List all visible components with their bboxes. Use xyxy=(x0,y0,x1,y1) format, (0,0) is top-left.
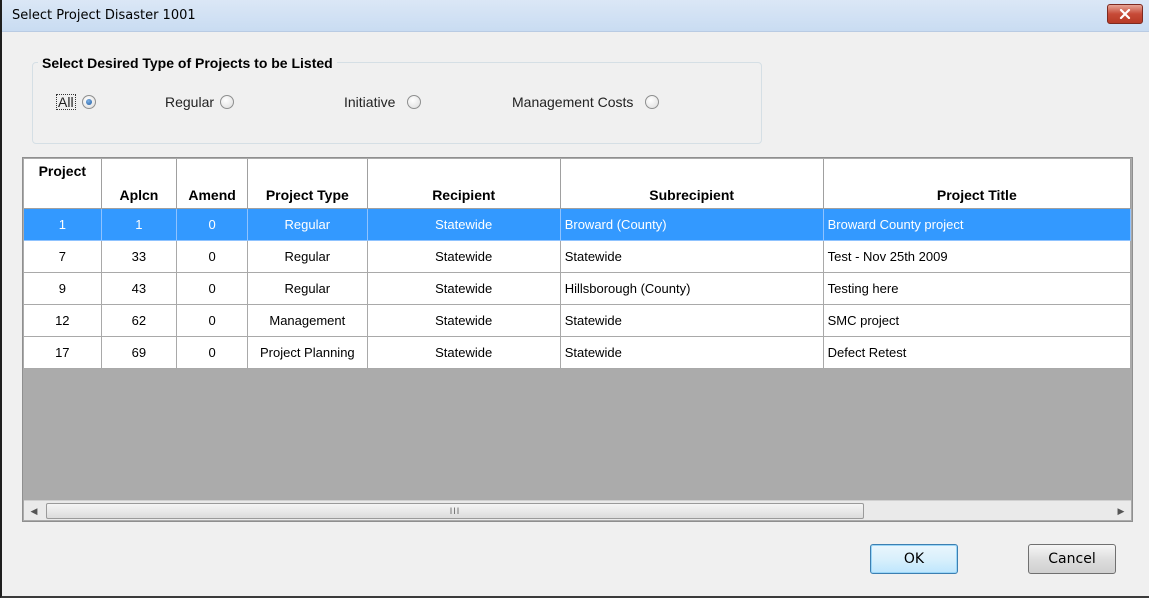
projects-table: Project Aplcn Amend Project Type Recipie… xyxy=(24,159,1131,369)
cell-aplcn[interactable]: 62 xyxy=(101,305,178,337)
radio-management-costs[interactable]: Management Costs xyxy=(512,94,660,110)
column-header-subrecipient[interactable]: Subrecipient xyxy=(560,159,824,209)
column-header-project[interactable]: Project xyxy=(24,159,102,209)
projects-grid-viewport: Project Aplcn Amend Project Type Recipie… xyxy=(24,159,1131,499)
scroll-left-arrow-icon[interactable]: ◀ xyxy=(24,501,44,521)
cell-amend[interactable]: 0 xyxy=(177,209,248,241)
close-button[interactable] xyxy=(1107,4,1143,24)
select-project-dialog: Select Project Disaster 1001 Select Desi… xyxy=(0,0,1149,598)
dialog-body: Select Desired Type of Projects to be Li… xyxy=(2,32,1149,596)
cell-project-title[interactable]: Test - Nov 25th 2009 xyxy=(823,241,1131,273)
cell-recipient[interactable]: Statewide xyxy=(367,273,561,305)
table-header-row: Project Aplcn Amend Project Type Recipie… xyxy=(24,159,1131,209)
radio-regular-label: Regular xyxy=(165,94,215,110)
cell-project[interactable]: 1 xyxy=(24,209,102,241)
radio-initiative-label: Initiative xyxy=(344,94,396,110)
radio-all-button[interactable] xyxy=(81,95,96,109)
cell-project-type[interactable]: Regular xyxy=(247,273,368,305)
cell-project[interactable]: 12 xyxy=(24,305,102,337)
radio-initiative-button[interactable] xyxy=(407,95,422,109)
cell-amend[interactable]: 0 xyxy=(177,305,248,337)
cell-amend[interactable]: 0 xyxy=(177,241,248,273)
horizontal-scrollbar[interactable]: ◀ III ▶ xyxy=(24,500,1131,520)
cell-project-title[interactable]: Testing here xyxy=(823,273,1131,305)
radio-management-costs-button[interactable] xyxy=(645,95,660,109)
table-row[interactable]: 7 33 0 Regular Statewide Statewide Test … xyxy=(24,241,1131,273)
cell-project-type[interactable]: Project Planning xyxy=(247,337,368,369)
cell-aplcn[interactable]: 43 xyxy=(101,273,178,305)
close-icon xyxy=(1119,9,1131,19)
cell-amend[interactable]: 0 xyxy=(177,273,248,305)
window-title: Select Project Disaster 1001 xyxy=(12,8,196,23)
projects-grid: Project Aplcn Amend Project Type Recipie… xyxy=(22,157,1133,522)
column-header-amend[interactable]: Amend xyxy=(177,159,248,209)
table-row[interactable]: 17 69 0 Project Planning Statewide State… xyxy=(24,337,1131,369)
scroll-thumb[interactable]: III xyxy=(46,503,864,519)
cell-recipient[interactable]: Statewide xyxy=(367,337,561,369)
radio-management-costs-label: Management Costs xyxy=(512,94,634,110)
table-row[interactable]: 12 62 0 Management Statewide Statewide S… xyxy=(24,305,1131,337)
radio-initiative[interactable]: Initiative xyxy=(344,94,422,110)
cell-project[interactable]: 9 xyxy=(24,273,102,305)
column-header-project-type[interactable]: Project Type xyxy=(247,159,368,209)
ok-button[interactable]: OK xyxy=(870,544,958,574)
cell-recipient[interactable]: Statewide xyxy=(367,305,561,337)
cell-amend[interactable]: 0 xyxy=(177,337,248,369)
radio-all-label: All xyxy=(56,94,76,110)
cell-project-title[interactable]: SMC project xyxy=(823,305,1131,337)
radio-all[interactable]: All xyxy=(56,94,96,110)
cell-aplcn[interactable]: 1 xyxy=(101,209,178,241)
radio-regular[interactable]: Regular xyxy=(165,94,235,110)
cell-project-type[interactable]: Regular xyxy=(247,241,368,273)
cell-subrecipient[interactable]: Statewide xyxy=(560,305,824,337)
radio-regular-button[interactable] xyxy=(220,95,235,109)
cell-project-title[interactable]: Broward County project xyxy=(823,209,1131,241)
cell-subrecipient[interactable]: Statewide xyxy=(560,337,824,369)
cancel-button[interactable]: Cancel xyxy=(1028,544,1116,574)
cell-recipient[interactable]: Statewide xyxy=(367,209,561,241)
cell-subrecipient[interactable]: Statewide xyxy=(560,241,824,273)
cell-aplcn[interactable]: 33 xyxy=(101,241,178,273)
cell-project-type[interactable]: Regular xyxy=(247,209,368,241)
cell-recipient[interactable]: Statewide xyxy=(367,241,561,273)
column-header-recipient[interactable]: Recipient xyxy=(367,159,561,209)
cell-subrecipient[interactable]: Hillsborough (County) xyxy=(560,273,824,305)
cell-project[interactable]: 17 xyxy=(24,337,102,369)
project-type-legend: Select Desired Type of Projects to be Li… xyxy=(38,55,337,71)
scroll-grip: III xyxy=(449,506,461,516)
table-row[interactable]: 1 1 0 Regular Statewide Broward (County)… xyxy=(24,209,1131,241)
cell-subrecipient[interactable]: Broward (County) xyxy=(560,209,824,241)
table-row[interactable]: 9 43 0 Regular Statewide Hillsborough (C… xyxy=(24,273,1131,305)
cell-project-title[interactable]: Defect Retest xyxy=(823,337,1131,369)
column-header-project-title[interactable]: Project Title xyxy=(823,159,1131,209)
title-bar: Select Project Disaster 1001 xyxy=(2,0,1149,32)
cell-aplcn[interactable]: 69 xyxy=(101,337,178,369)
scroll-right-arrow-icon[interactable]: ▶ xyxy=(1111,501,1131,521)
column-header-aplcn[interactable]: Aplcn xyxy=(101,159,178,209)
cell-project[interactable]: 7 xyxy=(24,241,102,273)
cell-project-type[interactable]: Management xyxy=(247,305,368,337)
